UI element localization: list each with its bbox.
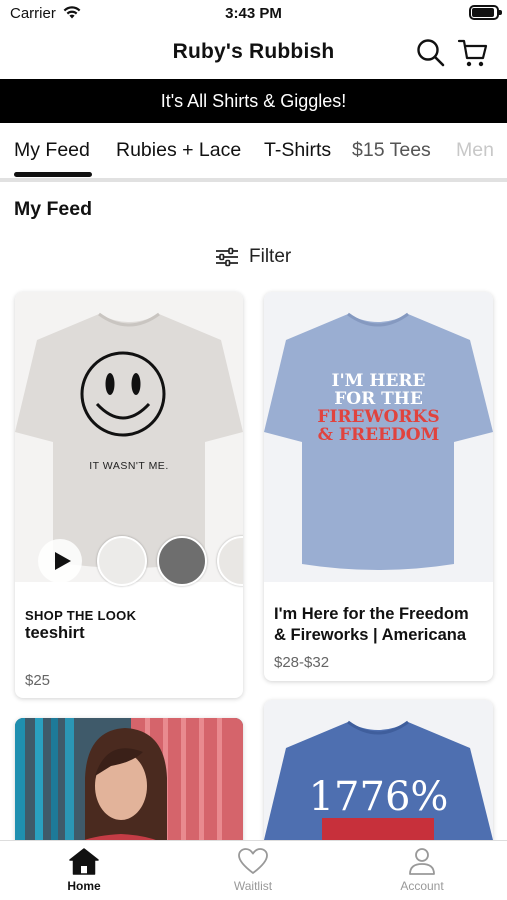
- search-icon[interactable]: [415, 37, 447, 69]
- category-tabs: My Feed Rubies + Lace T-Shirts $15 Tees …: [0, 123, 507, 180]
- tab-home-label: Home: [67, 879, 101, 893]
- look-thumbnail[interactable]: [217, 536, 243, 586]
- shirt-print-text: IT WASN'T ME.: [89, 460, 169, 472]
- look-thumbnail[interactable]: [97, 536, 147, 586]
- product-price: $28-$32: [274, 654, 330, 671]
- tab-men[interactable]: Men: [456, 139, 494, 162]
- tab-my-feed[interactable]: My Feed: [14, 139, 90, 162]
- filter-label: Filter: [249, 246, 292, 267]
- product-card[interactable]: IT WASN'T ME. SHOP THE LOOK teeshirt $25: [15, 292, 243, 698]
- look-thumbnail[interactable]: [157, 536, 207, 586]
- person-icon: [409, 848, 435, 875]
- tab-rubies-lace[interactable]: Rubies + Lace: [116, 139, 241, 162]
- filter-button[interactable]: Filter: [215, 244, 291, 270]
- app-header: Ruby's Rubbish: [0, 28, 507, 78]
- shirt-print-text: 1776%: [308, 774, 449, 820]
- tab-waitlist-label: Waitlist: [233, 879, 273, 893]
- tab-15-tees[interactable]: $15 Tees: [352, 139, 431, 162]
- filter-icon: [216, 247, 238, 267]
- tab-home[interactable]: Home: [29, 847, 139, 893]
- shop-the-look-label: SHOP THE LOOK: [25, 608, 137, 623]
- heart-icon: [238, 848, 268, 874]
- feed-title: My Feed: [14, 198, 93, 220]
- tabs-divider: [0, 178, 507, 182]
- product-name: I'm Here for the Freedom & Fireworks | A…: [274, 605, 469, 644]
- look-thumbnails: [45, 536, 243, 588]
- tab-t-shirts[interactable]: T-Shirts: [264, 139, 331, 162]
- cart-icon[interactable]: [457, 37, 489, 69]
- tab-account[interactable]: Account: [367, 847, 477, 893]
- product-card[interactable]: I'M HERE FOR THE FIREWORKS & FREEDOM I'm…: [264, 292, 493, 681]
- promo-banner: It's All Shirts & Giggles!: [0, 79, 507, 123]
- product-price: $25: [25, 672, 51, 689]
- product-card[interactable]: [15, 718, 243, 858]
- active-tab-indicator: [14, 172, 92, 177]
- tab-account-label: Account: [400, 879, 444, 893]
- shirt-print-text: I'M HERE FOR THE FIREWORKS & FREEDOM: [317, 371, 440, 445]
- tab-waitlist[interactable]: Waitlist: [198, 847, 308, 893]
- product-image: [15, 718, 243, 858]
- status-bar: Carrier 3:43 PM: [0, 0, 507, 28]
- product-card[interactable]: 1776%: [264, 700, 493, 858]
- battery-icon: [469, 5, 502, 20]
- product-name: teeshirt: [25, 624, 85, 642]
- home-icon: [69, 848, 99, 875]
- status-time: 3:43 PM: [225, 5, 282, 22]
- bottom-tab-bar: Home Waitlist Account: [0, 840, 507, 900]
